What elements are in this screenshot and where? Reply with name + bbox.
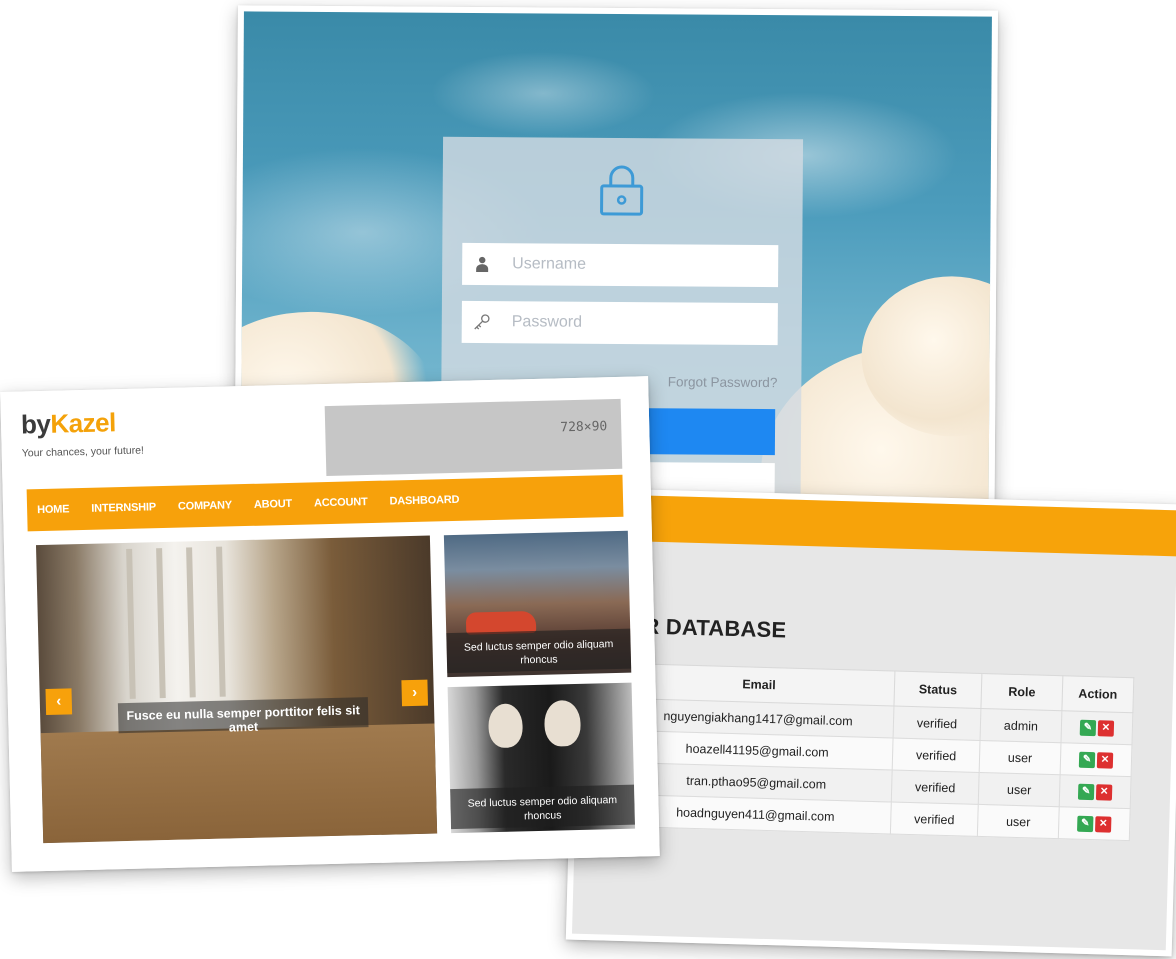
desk-image [40, 723, 438, 844]
hero-slider: Fusce eu nulla semper porttitor felis si… [35, 535, 438, 844]
nav-item-home[interactable]: HOME [37, 503, 69, 516]
logo-prefix: by [20, 408, 51, 440]
nav-item-company[interactable]: COMPANY [178, 499, 232, 512]
email-cell: hoadnguyen411@gmail.com [619, 794, 892, 834]
site-tagline: Your chances, your future! [21, 444, 145, 460]
user-icon [462, 256, 502, 273]
nav-item-internship[interactable]: INTERNSHIP [91, 501, 156, 515]
ad-size-label: 728×90 [560, 419, 608, 436]
site-page: byKazel Your chances, your future! 728×9… [6, 382, 654, 866]
status-cell: verified [890, 801, 979, 837]
column-header-action: Action [1061, 675, 1134, 713]
column-header-role: Role [980, 673, 1063, 711]
main-nav: HOME INTERNSHIP COMPANY ABOUT ACCOUNT DA… [26, 474, 624, 532]
window-frame [156, 548, 166, 699]
action-cell: ✎ ✕ [1060, 742, 1132, 777]
close-icon[interactable]: ✕ [1096, 751, 1114, 769]
logo-brand: Kazel [50, 407, 117, 439]
column-header-status: Status [893, 671, 982, 709]
window-frame [186, 547, 196, 698]
username-field[interactable] [462, 242, 779, 288]
person-image [543, 699, 582, 747]
status-cell: verified [891, 769, 980, 805]
lock-icon [600, 165, 644, 216]
window-frame [216, 546, 226, 697]
featured-post-thumb[interactable]: Sed luctus semper odio aliquam rhoncus [443, 530, 632, 678]
slider-prev-button[interactable]: ‹ [45, 688, 73, 715]
window-frame [126, 548, 136, 699]
action-cell: ✎ ✕ [1060, 710, 1133, 745]
close-icon[interactable]: ✕ [1095, 783, 1113, 801]
thumb-caption[interactable]: Sed luctus semper odio aliquam rhoncus [452, 637, 625, 669]
role-cell: user [978, 772, 1061, 807]
pencil-icon[interactable]: ✎ [1078, 751, 1096, 768]
slider-next-button[interactable]: › [401, 679, 429, 707]
role-cell: admin [980, 708, 1062, 743]
nav-item-account[interactable]: ACCOUNT [314, 496, 368, 509]
role-cell: user [979, 740, 1061, 775]
nav-item-about[interactable]: ABOUT [254, 498, 292, 511]
status-cell: verified [893, 706, 981, 741]
header-bar [582, 493, 1176, 557]
password-input[interactable] [501, 312, 774, 335]
site-logo[interactable]: byKazel [21, 407, 116, 440]
pencil-icon[interactable]: ✎ [1077, 815, 1094, 832]
action-cell: ✎ ✕ [1059, 774, 1132, 809]
ad-banner: 728×90 [324, 398, 623, 477]
action-cell: ✎ ✕ [1058, 806, 1131, 841]
key-icon [462, 313, 502, 331]
status-cell: verified [892, 738, 981, 773]
user-table: Email Status Role Action nguyengiakhang1… [619, 663, 1134, 841]
close-icon[interactable]: ✕ [1097, 719, 1115, 737]
pencil-icon[interactable]: ✎ [1077, 783, 1095, 800]
forgot-password-link[interactable]: Forgot Password? [668, 374, 778, 390]
username-input[interactable] [502, 254, 775, 277]
thumb-caption[interactable]: Sed luctus semper odio aliquam rhoncus [456, 793, 629, 825]
person-image [488, 703, 524, 749]
pencil-icon[interactable]: ✎ [1079, 719, 1097, 736]
bykazel-screenshot: byKazel Your chances, your future! 728×9… [0, 376, 660, 872]
password-field[interactable] [461, 300, 778, 346]
role-cell: user [977, 804, 1060, 839]
featured-post-thumb[interactable]: Sed luctus semper odio aliquam rhoncus [447, 682, 636, 834]
user-database-screenshot: ER DATABASE Email Status Role Action ngu… [565, 487, 1176, 957]
nav-item-dashboard[interactable]: DASHBOARD [389, 494, 459, 508]
close-icon[interactable]: ✕ [1095, 815, 1112, 833]
